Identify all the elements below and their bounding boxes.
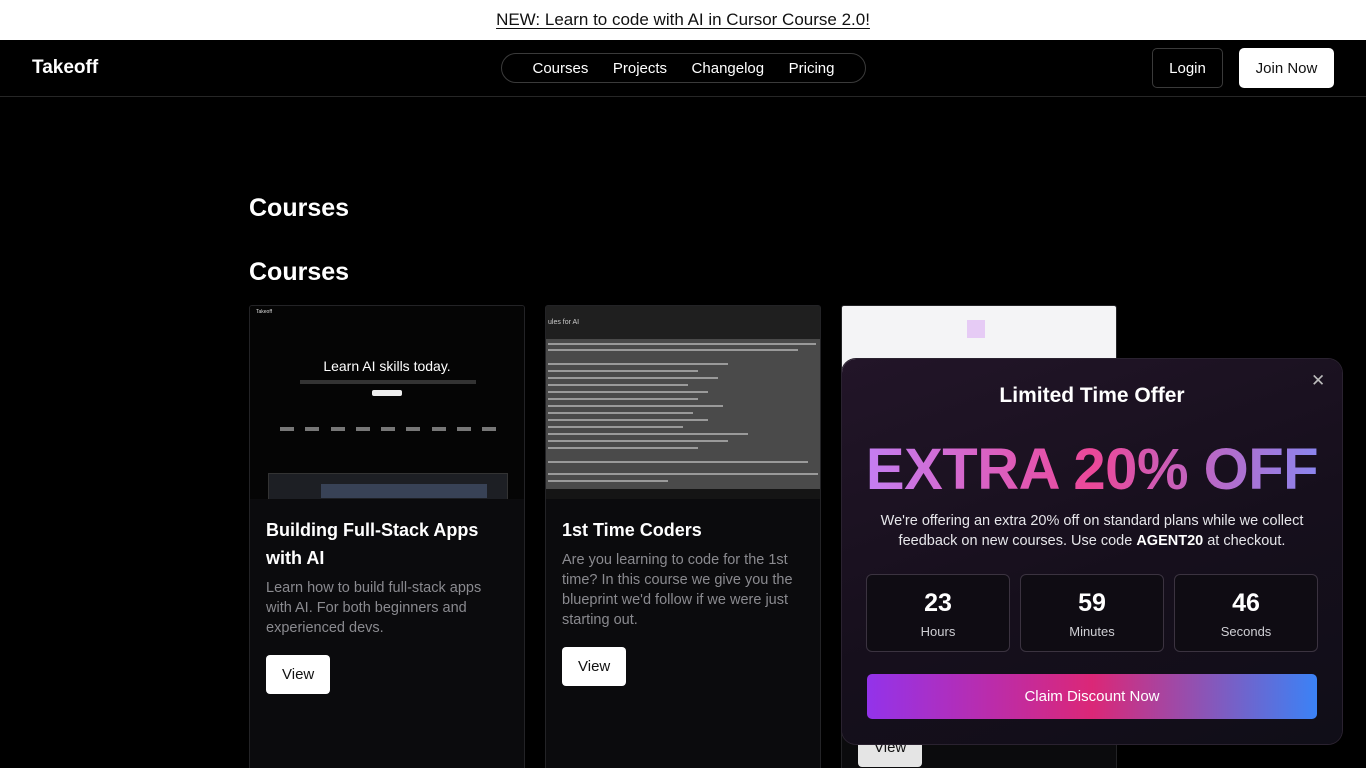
countdown-seconds: 46 Seconds	[1174, 574, 1318, 652]
claim-discount-button[interactable]: Claim Discount Now	[867, 674, 1317, 719]
thumbnail-sticky-note	[967, 320, 985, 338]
announcement-link[interactable]: NEW: Learn to code with AI in Cursor Cou…	[496, 10, 870, 30]
view-course-button[interactable]: View	[562, 647, 627, 686]
countdown-minutes: 59 Minutes	[1020, 574, 1164, 652]
countdown-seconds-label: Seconds	[1220, 624, 1272, 639]
nav-item-pricing[interactable]: Pricing	[789, 60, 835, 77]
thumbnail-screenshot	[268, 473, 508, 499]
thumbnail-doc-header: ules for AI	[546, 306, 820, 339]
course-card-fullstack[interactable]: Takeoff Learn AI skills today. Building …	[249, 305, 525, 768]
course-title: 1st Time Coders	[562, 520, 702, 540]
section-title: Courses	[249, 258, 350, 286]
countdown-seconds-value: 46	[1232, 589, 1260, 617]
course-title: Building Full-Stack Apps with AI	[266, 520, 479, 568]
countdown-hours-label: Hours	[920, 624, 956, 639]
thumbnail-button	[372, 390, 402, 396]
announcement-bar: NEW: Learn to code with AI in Cursor Cou…	[0, 0, 1366, 40]
thumbnail-logos	[280, 427, 496, 431]
thumbnail-subtext	[300, 380, 476, 384]
course-description: Are you learning to code for the 1st tim…	[562, 552, 793, 628]
course-thumbnail: Takeoff Learn AI skills today.	[250, 306, 524, 499]
modal-description: We're offering an extra 20% off on stand…	[880, 513, 1304, 549]
course-description: Learn how to build full-stack apps with …	[266, 580, 482, 636]
course-thumbnail: ules for AI	[546, 306, 820, 499]
nav-item-projects[interactable]: Projects	[613, 60, 667, 77]
thumbnail-logo: Takeoff	[256, 309, 273, 315]
modal-title: Limited Time Offer	[999, 384, 1185, 407]
modal-headline: EXTRA 20% OFF	[842, 435, 1342, 505]
countdown-minutes-label: Minutes	[1069, 624, 1115, 639]
nav-item-changelog[interactable]: Changelog	[692, 60, 765, 77]
thumbnail-heading: Learn AI skills today.	[323, 358, 451, 374]
page-title: Courses	[249, 194, 350, 222]
nav-item-courses[interactable]: Courses	[533, 60, 589, 77]
course-card-first-time-coders[interactable]: ules for AI 1st Time Coders Are you lear…	[545, 305, 821, 768]
limited-offer-modal: ✕ Limited Time Offer EXTRA 20% OFF We're…	[842, 359, 1342, 744]
countdown-hours: 23 Hours	[866, 574, 1010, 652]
main-nav: Courses Projects Changelog Pricing	[501, 53, 866, 83]
top-navbar: Takeoff Courses Projects Changelog Prici…	[0, 40, 1366, 97]
view-course-button[interactable]: View	[266, 655, 331, 694]
thumbnail-doc-body	[546, 339, 820, 489]
countdown-hours-value: 23	[924, 589, 952, 617]
login-button[interactable]: Login	[1152, 48, 1223, 88]
join-now-button[interactable]: Join Now	[1239, 48, 1334, 88]
countdown-minutes-value: 59	[1078, 589, 1106, 617]
promo-code: AGENT20	[1136, 533, 1204, 549]
thumbnail-doc-footer	[546, 489, 820, 499]
logo[interactable]: Takeoff	[32, 57, 98, 79]
